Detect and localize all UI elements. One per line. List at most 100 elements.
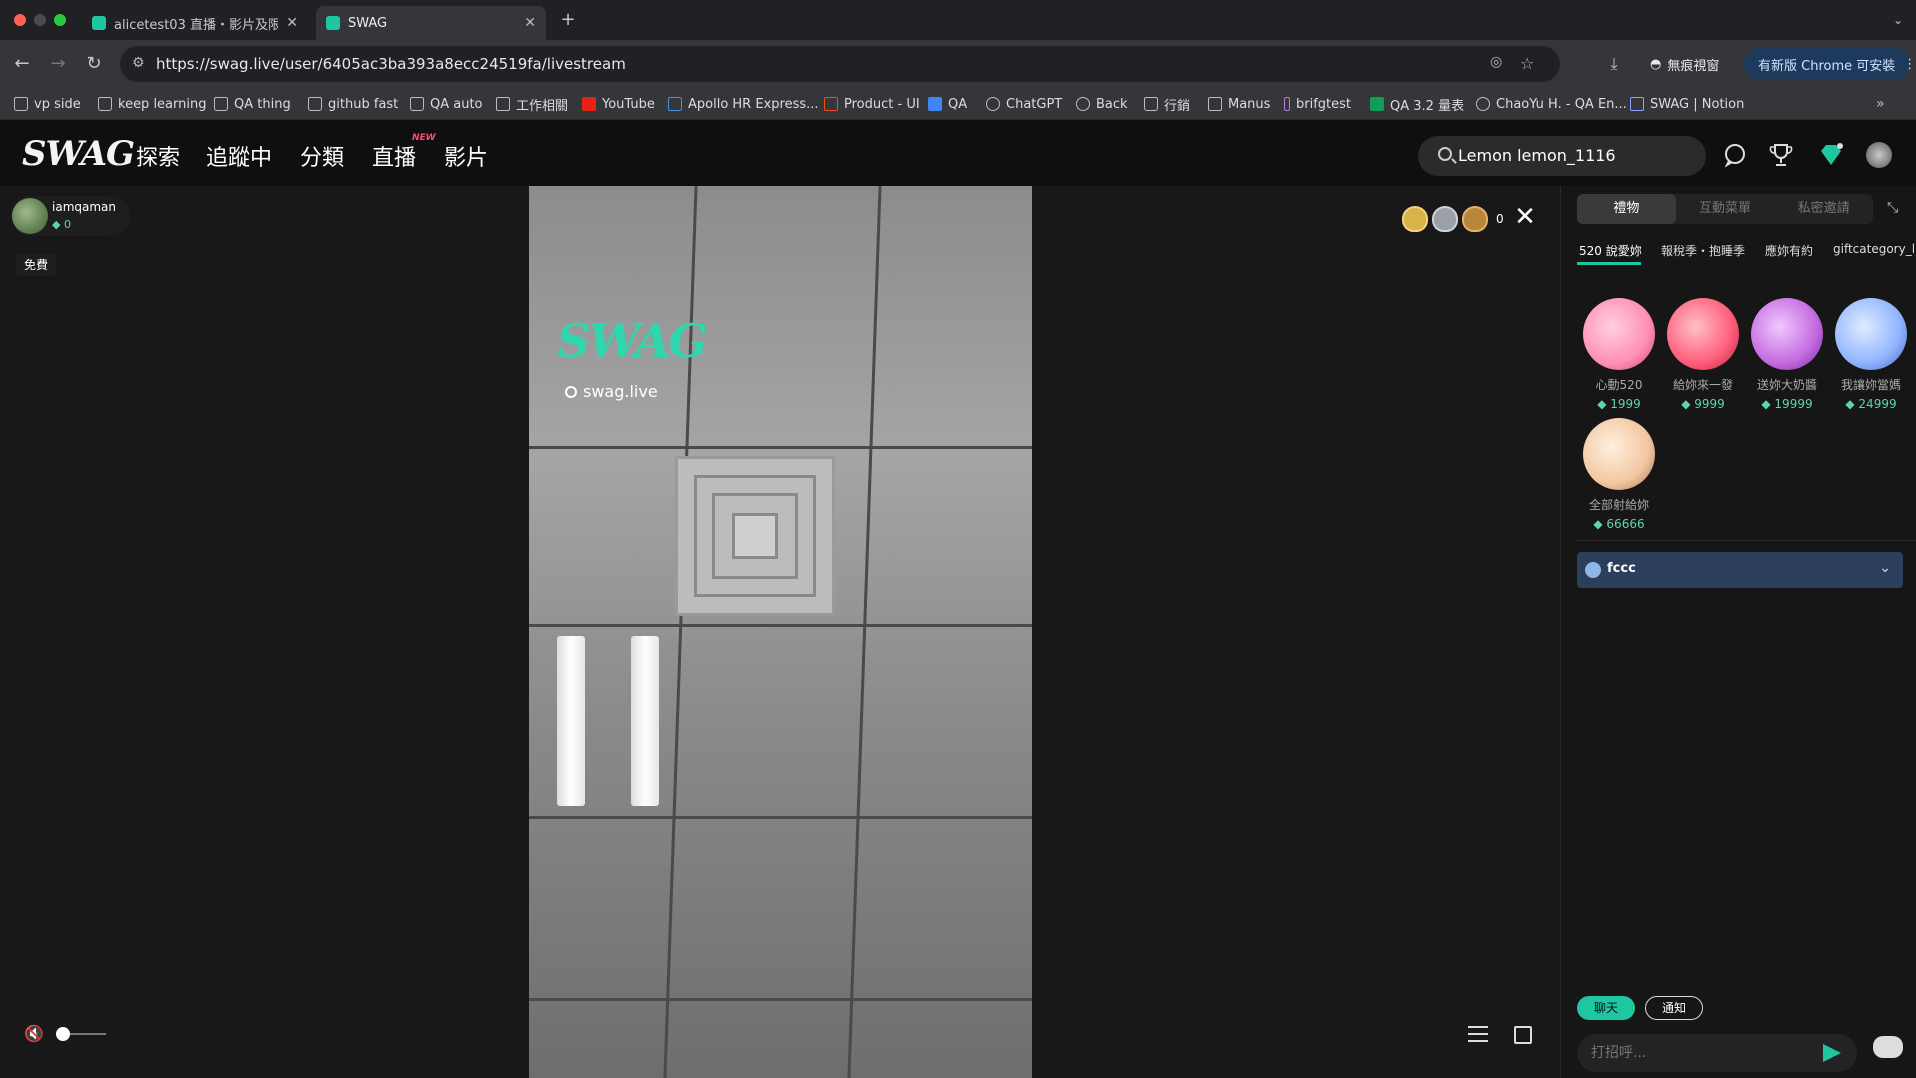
gift-price-value: 1999 bbox=[1610, 397, 1641, 411]
bookmark-swag-notion[interactable]: SWAG | Notion bbox=[1630, 95, 1744, 113]
bookmark-folder[interactable]: github fast bbox=[308, 95, 398, 113]
bookmark-folder[interactable]: QA thing bbox=[214, 95, 291, 113]
gift-item[interactable]: 全部射給妳 ◆ 66666 bbox=[1579, 418, 1659, 531]
ceiling-light bbox=[631, 636, 659, 806]
trophy-icon[interactable] bbox=[1768, 142, 1794, 168]
diamond-icon[interactable] bbox=[1818, 142, 1844, 168]
bookmark-brifgtest[interactable]: brifgtest bbox=[1284, 95, 1351, 113]
incognito-label: 無痕視窗 bbox=[1667, 58, 1720, 74]
swag-logo[interactable]: SWAG bbox=[22, 134, 135, 174]
bookmark-chatgpt[interactable]: ChatGPT bbox=[986, 95, 1062, 113]
browser-tab-swag[interactable]: SWAG ✕ bbox=[316, 6, 546, 40]
gift-item[interactable]: 送妳大奶醬 ◆ 19999 bbox=[1747, 298, 1827, 411]
tab-gifts[interactable]: 禮物 bbox=[1577, 194, 1676, 224]
recipient-select[interactable]: fccc ⌄ bbox=[1577, 552, 1903, 588]
bookmark-folder[interactable]: 行銷 bbox=[1144, 95, 1191, 114]
gift-price: ◆ 1999 bbox=[1597, 397, 1641, 411]
menu-icon[interactable] bbox=[1468, 1026, 1488, 1042]
address-bar[interactable]: ⚙ https://swag.live/user/6405ac3ba393a8e… bbox=[120, 46, 1560, 82]
bookmark-notion[interactable]: 工作相關 bbox=[496, 95, 568, 114]
gift-price-value: 9999 bbox=[1694, 397, 1725, 411]
maximize-window-icon[interactable] bbox=[54, 14, 66, 26]
search-bar[interactable]: Lemon lemon_1116 bbox=[1418, 136, 1706, 176]
streamer-chip[interactable]: iamqaman ◆ 0 bbox=[10, 196, 130, 236]
back-icon[interactable]: ← bbox=[10, 52, 34, 76]
streamer-name: iamqaman bbox=[52, 200, 116, 214]
user-avatar[interactable] bbox=[1866, 142, 1892, 168]
category-520[interactable]: 520 說愛妳 bbox=[1579, 242, 1642, 259]
bronze-rank-medal-icon[interactable] bbox=[1462, 206, 1488, 232]
bookmark-folder[interactable]: vp side bbox=[14, 95, 81, 113]
ceiling-grid-line bbox=[847, 186, 882, 1078]
bookmark-manus[interactable]: Manus bbox=[1208, 95, 1270, 113]
recipient-name: fccc bbox=[1607, 561, 1636, 576]
minimize-window-icon[interactable] bbox=[34, 14, 46, 26]
nav-explore[interactable]: 探索 bbox=[136, 140, 180, 172]
bookmark-star-icon[interactable]: ☆ bbox=[1520, 54, 1534, 73]
close-tab-icon[interactable]: ✕ bbox=[524, 15, 536, 31]
nav-following[interactable]: 追蹤中 bbox=[206, 140, 272, 172]
tab-interactive-menu[interactable]: 互動菜單 bbox=[1676, 194, 1775, 224]
reload-icon[interactable]: ↻ bbox=[82, 52, 106, 76]
bookmark-label: QA thing bbox=[234, 96, 291, 112]
gift-item[interactable]: 我讓妳當媽 ◆ 24999 bbox=[1831, 298, 1911, 411]
category-tax-season[interactable]: 報稅季・抱睡季 bbox=[1661, 242, 1745, 259]
youtube-icon bbox=[582, 97, 596, 111]
folder-icon bbox=[308, 97, 322, 111]
bookmark-back[interactable]: Back bbox=[1076, 95, 1128, 113]
volume-slider-handle[interactable] bbox=[56, 1027, 70, 1041]
gold-rank-medal-icon[interactable] bbox=[1402, 206, 1428, 232]
close-tab-icon[interactable]: ✕ bbox=[286, 15, 298, 31]
bookmark-chaoyu[interactable]: ChaoYu H. - QA En... bbox=[1476, 95, 1627, 113]
list-icon bbox=[1630, 97, 1644, 111]
site-settings-icon[interactable]: ⚙ bbox=[132, 55, 145, 71]
gift-price-value: 19999 bbox=[1774, 397, 1813, 411]
nav-live[interactable]: 直播 bbox=[372, 140, 416, 172]
search-input[interactable]: Lemon lemon_1116 bbox=[1458, 146, 1616, 165]
bookmarks-overflow-icon[interactable]: » bbox=[1876, 95, 1885, 113]
url-text: https://swag.live/user/6405ac3ba393a8ecc… bbox=[156, 55, 626, 73]
category-date[interactable]: 應妳有約 bbox=[1765, 242, 1813, 259]
bookmark-label: Apollo HR Express... bbox=[688, 96, 819, 112]
nav-videos[interactable]: 影片 bbox=[444, 140, 488, 172]
streamer-avatar[interactable] bbox=[12, 198, 48, 234]
bookmark-apollo[interactable]: Apollo HR Express... bbox=[668, 95, 819, 113]
chat-bubble-icon[interactable] bbox=[1722, 142, 1748, 168]
category-more[interactable]: giftcategory_li bbox=[1833, 242, 1916, 256]
video-player[interactable]: SWAG swag.live bbox=[529, 186, 1032, 1078]
update-chrome-button[interactable]: 有新版 Chrome 可安裝 ⋮ bbox=[1744, 48, 1916, 80]
browser-tab-alicetest03[interactable]: alicetest03 直播・影片及限時動態 | SWAG ✕ bbox=[82, 6, 308, 40]
notion-icon bbox=[496, 97, 510, 111]
fullscreen-icon[interactable] bbox=[1514, 1026, 1532, 1044]
bookmark-youtube[interactable]: YouTube bbox=[582, 95, 655, 113]
send-icon[interactable] bbox=[1823, 1044, 1841, 1062]
gift-item[interactable]: 給妳來一發 ◆ 9999 bbox=[1663, 298, 1743, 411]
bookmark-label: SWAG | Notion bbox=[1650, 96, 1745, 112]
download-icon[interactable]: ⤓ bbox=[1604, 54, 1624, 74]
silver-rank-medal-icon[interactable] bbox=[1432, 206, 1458, 232]
tab-private-invite[interactable]: 私密邀請 bbox=[1774, 194, 1873, 224]
bookmark-sheets[interactable]: QA 3.2 量表 bbox=[1370, 95, 1464, 114]
eye-off-icon[interactable]: ◎ bbox=[1490, 54, 1502, 70]
new-tab-icon[interactable]: + bbox=[556, 8, 580, 32]
nav-categories[interactable]: 分類 bbox=[300, 140, 344, 172]
bookmark-label: 行銷 bbox=[1164, 98, 1191, 114]
gamepad-icon[interactable] bbox=[1873, 1036, 1903, 1058]
bookmark-figma[interactable]: Product - UI bbox=[824, 95, 920, 113]
gift-item[interactable]: 心動520 ◆ 1999 bbox=[1579, 298, 1659, 411]
bookmark-docs[interactable]: QA bbox=[928, 95, 967, 113]
collapse-panel-icon[interactable]: ⤡ bbox=[1887, 200, 1905, 218]
muted-speaker-icon[interactable]: 🔇 bbox=[24, 1024, 44, 1043]
chat-button[interactable]: 聊天 bbox=[1577, 996, 1635, 1020]
chat-input[interactable] bbox=[1577, 1034, 1857, 1072]
notify-button[interactable]: 通知 bbox=[1645, 996, 1703, 1020]
close-stream-icon[interactable]: ✕ bbox=[1512, 204, 1538, 230]
more-menu-icon[interactable]: ⋮ bbox=[1903, 57, 1916, 72]
tab-search-icon[interactable]: ⌄ bbox=[1886, 8, 1910, 32]
bookmark-folder[interactable]: QA auto bbox=[410, 95, 483, 113]
swag-favicon-icon bbox=[326, 16, 340, 30]
forward-icon[interactable]: → bbox=[46, 52, 70, 76]
close-window-icon[interactable] bbox=[14, 14, 26, 26]
incognito-indicator[interactable]: ◓ 無痕視窗 bbox=[1640, 48, 1729, 80]
bookmark-folder[interactable]: keep learning bbox=[98, 95, 206, 113]
